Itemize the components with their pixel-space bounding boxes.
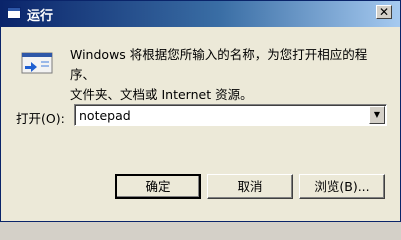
- open-input[interactable]: notepad: [79, 108, 131, 123]
- instruction-text: Windows 将根据您所输入的名称，为您打开相应的程序、 文件夹、文档或 In…: [70, 45, 390, 105]
- browse-button[interactable]: 浏览(B)...: [299, 174, 385, 199]
- run-app-icon: [7, 7, 21, 19]
- close-button[interactable]: ✕: [376, 5, 392, 19]
- ok-button[interactable]: 确定: [115, 174, 201, 199]
- window-title: 运行: [27, 9, 54, 24]
- open-combobox[interactable]: notepad ▼: [74, 104, 387, 126]
- instruction-line-2: 文件夹、文档或 Internet 资源。: [70, 87, 253, 102]
- run-icon: [21, 52, 53, 74]
- chevron-down-icon[interactable]: ▼: [369, 106, 385, 124]
- title-bar[interactable]: 运行 ✕: [1, 1, 400, 27]
- run-dialog: 运行 ✕ Windows 将根据您所输入的名称，为您打开相应的程序、 文件夹、文…: [0, 0, 401, 222]
- cancel-button[interactable]: 取消: [207, 174, 293, 199]
- open-label: 打开(O):: [16, 111, 65, 126]
- instruction-line-1: Windows 将根据您所输入的名称，为您打开相应的程序、: [70, 47, 368, 82]
